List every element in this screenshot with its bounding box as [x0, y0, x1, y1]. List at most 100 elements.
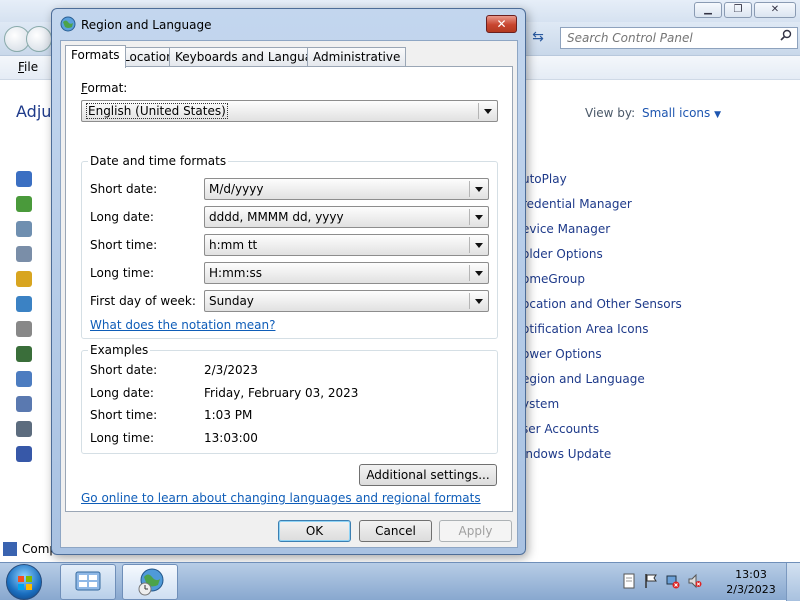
format-row-dropdown[interactable]: Sunday	[204, 290, 489, 312]
search-input[interactable]	[560, 27, 798, 49]
control-panel-item-link[interactable]: evice Manager	[522, 222, 610, 236]
control-panel-item-icon[interactable]	[16, 371, 32, 387]
page-title: Adju	[16, 102, 52, 121]
control-panel-item-icon[interactable]	[16, 271, 32, 287]
control-panel-item-link[interactable]: ocation and Other Sensors	[522, 297, 682, 311]
control-panel-icon	[75, 571, 101, 591]
online-help-link[interactable]: Go online to learn about changing langua…	[81, 491, 481, 505]
view-by-dropdown[interactable]: Small icons ▼	[642, 106, 721, 120]
format-dropdown[interactable]: English (United States)	[81, 100, 498, 122]
menu-file[interactable]: File	[18, 60, 38, 74]
chevron-down-icon	[475, 271, 483, 276]
minimize-button[interactable]: ▁	[694, 2, 722, 18]
taskbar-region-language-button[interactable]	[122, 564, 178, 600]
tab-formats[interactable]: Formats	[65, 45, 126, 68]
show-desktop-button[interactable]	[786, 563, 800, 601]
format-row-value: h:mm tt	[209, 238, 258, 252]
control-panel-item-icon[interactable]	[16, 196, 32, 212]
format-value: English (United States)	[86, 103, 228, 119]
control-panel-item-link[interactable]: egion and Language	[522, 372, 645, 386]
chevron-down-icon	[475, 215, 483, 220]
example-label: Short date:	[90, 363, 158, 377]
close-window-button[interactable]: ✕	[754, 2, 796, 18]
control-panel-item-link[interactable]: ser Accounts	[522, 422, 599, 436]
control-panel-item-icon[interactable]	[16, 446, 32, 462]
dialog-titlebar[interactable]: Region and Language ✕	[52, 9, 525, 39]
system-tray	[622, 573, 702, 589]
chevron-down-icon	[475, 187, 483, 192]
chevron-down-icon	[484, 109, 492, 114]
chevron-down-icon: ▼	[714, 110, 722, 120]
tab-administrative[interactable]: Administrative	[307, 47, 407, 67]
format-label-rest: ormat:	[87, 81, 128, 95]
format-row-label: Long time:	[90, 266, 155, 280]
datetime-formats-group: Date and time formats Short date: M/d/yyy…	[81, 154, 498, 339]
taskbar-control-panel-button[interactable]	[60, 564, 116, 600]
clock-date: 2/3/2023	[726, 583, 776, 596]
chevron-down-icon	[475, 299, 483, 304]
example-label: Long date:	[90, 385, 154, 400]
control-panel-item-link[interactable]: utoPlay	[522, 172, 567, 186]
example-value: 13:03:00	[204, 430, 258, 445]
control-panel-item-link[interactable]: older Options	[522, 247, 603, 261]
network-icon[interactable]	[666, 573, 680, 589]
clock[interactable]: 13:03 2/3/2023	[726, 567, 776, 597]
example-label: Long time:	[90, 430, 155, 445]
control-panel-item-icon[interactable]	[16, 396, 32, 412]
additional-settings-button[interactable]: Additional settings...	[359, 464, 497, 486]
forward-button[interactable]	[26, 26, 52, 52]
format-row-dropdown[interactable]: dddd, MMMM dd, yyyy	[204, 206, 489, 228]
region-language-dialog: Region and Language ✕ Formats Location K…	[51, 8, 526, 555]
control-panel-item-link[interactable]: redential Manager	[522, 197, 632, 211]
control-panel-item-icon[interactable]	[16, 221, 32, 237]
windows-logo-icon	[18, 576, 32, 590]
control-panel-item-icon[interactable]	[16, 321, 32, 337]
datetime-group-title: Date and time formats	[88, 154, 229, 168]
examples-group-title: Examples	[88, 343, 151, 357]
ok-button[interactable]: OK	[278, 520, 351, 542]
refresh-icon[interactable]: ⇆	[527, 29, 549, 49]
example-value: Friday, February 03, 2023	[204, 385, 359, 400]
control-panel-item-icon[interactable]	[16, 421, 32, 437]
format-row-label: First day of week:	[90, 294, 196, 308]
apply-button[interactable]: Apply	[439, 520, 512, 542]
control-panel-item-icon[interactable]	[16, 346, 32, 362]
format-row-dropdown[interactable]: h:mm tt	[204, 234, 489, 256]
dialog-client: Formats Location Keyboards and Languages…	[60, 40, 518, 548]
format-row-label: Short date:	[90, 182, 158, 196]
flag-icon[interactable]	[644, 573, 658, 589]
start-button[interactable]	[6, 564, 42, 600]
computer-icon	[3, 542, 17, 556]
example-value: 2/3/2023	[204, 363, 258, 377]
view-by-value: Small icons	[642, 106, 711, 120]
notation-link[interactable]: What does the notation mean?	[90, 318, 275, 332]
format-label: Format:	[81, 81, 128, 95]
maximize-button[interactable]: ❐	[724, 2, 752, 18]
dialog-close-button[interactable]: ✕	[486, 15, 517, 33]
chevron-down-icon	[475, 243, 483, 248]
control-panel-item-icon[interactable]	[16, 171, 32, 187]
globe-icon	[60, 16, 76, 32]
format-row-dropdown[interactable]: M/d/yyyy	[204, 178, 489, 200]
view-by-label: View by:	[585, 106, 636, 120]
taskbar: 13:03 2/3/2023	[0, 562, 800, 601]
cancel-button[interactable]: Cancel	[359, 520, 432, 542]
control-panel-item-link[interactable]: ower Options	[522, 347, 602, 361]
document-icon[interactable]	[622, 573, 636, 589]
control-panel-item-icon[interactable]	[16, 296, 32, 312]
control-panel-item-link[interactable]: omeGroup	[522, 272, 585, 286]
format-row-value: H:mm:ss	[209, 266, 262, 280]
example-value: 1:03 PM	[204, 408, 253, 422]
volume-muted-icon[interactable]	[688, 573, 702, 589]
format-row-label: Long date:	[90, 210, 154, 224]
control-panel-item-icon[interactable]	[16, 246, 32, 262]
formats-panel: Format: English (United States) Date and…	[65, 66, 513, 512]
control-panel-item-link[interactable]: ystem	[522, 397, 559, 411]
format-row-dropdown[interactable]: H:mm:ss	[204, 262, 489, 284]
control-panel-item-link[interactable]: indows Update	[522, 447, 611, 461]
format-row-value: M/d/yyyy	[209, 182, 264, 196]
control-panel-item-link[interactable]: otification Area Icons	[522, 322, 648, 336]
search-icon[interactable]	[780, 29, 792, 41]
clock-time: 13:03	[735, 568, 767, 581]
example-label: Short time:	[90, 408, 158, 422]
